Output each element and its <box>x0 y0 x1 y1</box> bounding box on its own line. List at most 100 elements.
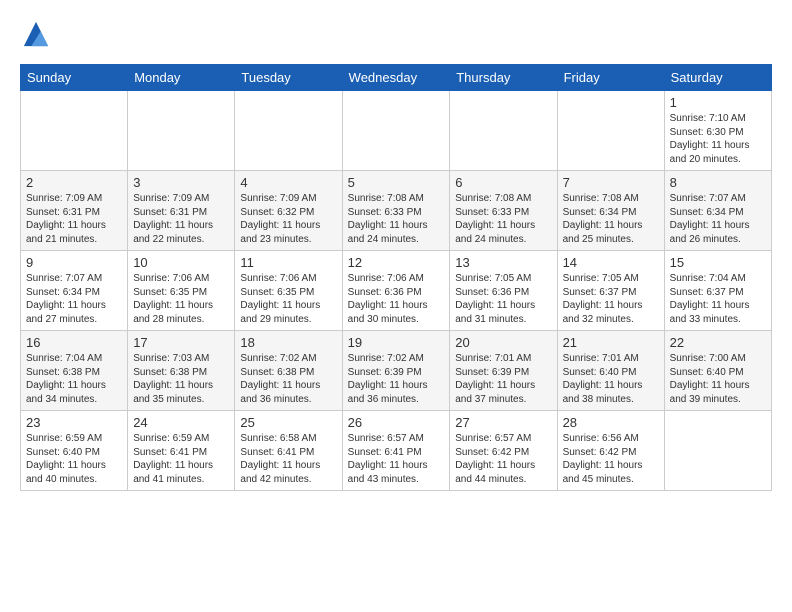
calendar-cell: 9Sunrise: 7:07 AM Sunset: 6:34 PM Daylig… <box>21 251 128 331</box>
calendar-cell: 24 Sunrise: 6:59 AM Sunset: 6:41 PM Dayli… <box>128 411 235 491</box>
header-day-tuesday: Tuesday <box>235 65 342 91</box>
logo-icon <box>22 20 50 48</box>
calendar-cell: 26 Sunrise: 6:57 AM Sunset: 6:41 PM Dayli… <box>342 411 450 491</box>
calendar-cell: 28 Sunrise: 6:56 AM Sunset: 6:42 PM Dayli… <box>557 411 664 491</box>
calendar-cell: 1 Sunrise: 7:10 AM Sunset: 6:30 PM Daylig… <box>664 91 771 171</box>
calendar-cell: 15Sunrise: 7:04 AM Sunset: 6:37 PM Dayli… <box>664 251 771 331</box>
week-row-0: 1 Sunrise: 7:10 AM Sunset: 6:30 PM Daylig… <box>21 91 772 171</box>
calendar-cell: 16 Sunrise: 7:04 AM Sunset: 6:38 PM Dayli… <box>21 331 128 411</box>
day-number: 13 <box>455 255 551 270</box>
day-info: Sunrise: 6:58 AM Sunset: 6:41 PM Dayligh… <box>240 432 336 486</box>
day-number: 4 <box>240 175 336 190</box>
day-number: 25 <box>240 415 336 430</box>
day-info: Sunrise: 6:59 AM Sunset: 6:41 PM Dayligh… <box>133 432 229 486</box>
page: SundayMondayTuesdayWednesdayThursdayFrid… <box>0 0 792 501</box>
logo <box>20 20 50 48</box>
day-number: 12 <box>348 255 445 270</box>
calendar-cell: 2Sunrise: 7:09 AM Sunset: 6:31 PM Daylig… <box>21 171 128 251</box>
day-number: 9 <box>26 255 122 270</box>
day-info: Sunrise: 7:06 AM Sunset: 6:36 PM Dayligh… <box>348 272 445 326</box>
calendar-cell <box>235 91 342 171</box>
day-info: Sunrise: 7:05 AM Sunset: 6:36 PM Dayligh… <box>455 272 551 326</box>
calendar-table: SundayMondayTuesdayWednesdayThursdayFrid… <box>20 64 772 491</box>
header <box>20 20 772 48</box>
calendar-cell <box>128 91 235 171</box>
week-row-2: 9Sunrise: 7:07 AM Sunset: 6:34 PM Daylig… <box>21 251 772 331</box>
day-number: 15 <box>670 255 766 270</box>
day-number: 3 <box>133 175 229 190</box>
calendar-cell: 8Sunrise: 7:07 AM Sunset: 6:34 PM Daylig… <box>664 171 771 251</box>
day-info: Sunrise: 7:04 AM Sunset: 6:38 PM Dayligh… <box>26 352 122 406</box>
day-number: 21 <box>563 335 659 350</box>
header-day-friday: Friday <box>557 65 664 91</box>
calendar-cell: 27 Sunrise: 6:57 AM Sunset: 6:42 PM Dayli… <box>450 411 557 491</box>
day-info: Sunrise: 7:03 AM Sunset: 6:38 PM Dayligh… <box>133 352 229 406</box>
calendar-cell: 25 Sunrise: 6:58 AM Sunset: 6:41 PM Dayli… <box>235 411 342 491</box>
calendar-cell: 22 Sunrise: 7:00 AM Sunset: 6:40 PM Dayli… <box>664 331 771 411</box>
day-info: Sunrise: 7:05 AM Sunset: 6:37 PM Dayligh… <box>563 272 659 326</box>
day-number: 24 <box>133 415 229 430</box>
day-number: 20 <box>455 335 551 350</box>
day-info: Sunrise: 7:06 AM Sunset: 6:35 PM Dayligh… <box>240 272 336 326</box>
day-info: Sunrise: 7:09 AM Sunset: 6:32 PM Dayligh… <box>240 192 336 246</box>
calendar-cell <box>450 91 557 171</box>
calendar-cell: 14 Sunrise: 7:05 AM Sunset: 6:37 PM Dayli… <box>557 251 664 331</box>
day-info: Sunrise: 7:08 AM Sunset: 6:34 PM Dayligh… <box>563 192 659 246</box>
calendar-cell: 21 Sunrise: 7:01 AM Sunset: 6:40 PM Dayli… <box>557 331 664 411</box>
header-row: SundayMondayTuesdayWednesdayThursdayFrid… <box>21 65 772 91</box>
week-row-4: 23 Sunrise: 6:59 AM Sunset: 6:40 PM Dayli… <box>21 411 772 491</box>
calendar-cell: 12 Sunrise: 7:06 AM Sunset: 6:36 PM Dayli… <box>342 251 450 331</box>
calendar-body: 1 Sunrise: 7:10 AM Sunset: 6:30 PM Daylig… <box>21 91 772 491</box>
day-number: 22 <box>670 335 766 350</box>
week-row-3: 16 Sunrise: 7:04 AM Sunset: 6:38 PM Dayli… <box>21 331 772 411</box>
header-day-saturday: Saturday <box>664 65 771 91</box>
day-number: 10 <box>133 255 229 270</box>
day-number: 6 <box>455 175 551 190</box>
calendar-cell: 5Sunrise: 7:08 AM Sunset: 6:33 PM Daylig… <box>342 171 450 251</box>
header-day-sunday: Sunday <box>21 65 128 91</box>
calendar-cell: 3Sunrise: 7:09 AM Sunset: 6:31 PM Daylig… <box>128 171 235 251</box>
day-info: Sunrise: 7:01 AM Sunset: 6:39 PM Dayligh… <box>455 352 551 406</box>
day-number: 23 <box>26 415 122 430</box>
day-info: Sunrise: 7:02 AM Sunset: 6:38 PM Dayligh… <box>240 352 336 406</box>
calendar-cell: 19 Sunrise: 7:02 AM Sunset: 6:39 PM Dayli… <box>342 331 450 411</box>
week-row-1: 2Sunrise: 7:09 AM Sunset: 6:31 PM Daylig… <box>21 171 772 251</box>
day-number: 26 <box>348 415 445 430</box>
day-info: Sunrise: 7:00 AM Sunset: 6:40 PM Dayligh… <box>670 352 766 406</box>
day-info: Sunrise: 7:06 AM Sunset: 6:35 PM Dayligh… <box>133 272 229 326</box>
day-number: 7 <box>563 175 659 190</box>
day-info: Sunrise: 7:08 AM Sunset: 6:33 PM Dayligh… <box>455 192 551 246</box>
header-day-monday: Monday <box>128 65 235 91</box>
day-number: 8 <box>670 175 766 190</box>
day-info: Sunrise: 6:57 AM Sunset: 6:42 PM Dayligh… <box>455 432 551 486</box>
calendar-cell: 17 Sunrise: 7:03 AM Sunset: 6:38 PM Dayli… <box>128 331 235 411</box>
calendar-cell: 6 Sunrise: 7:08 AM Sunset: 6:33 PM Daylig… <box>450 171 557 251</box>
day-info: Sunrise: 7:01 AM Sunset: 6:40 PM Dayligh… <box>563 352 659 406</box>
calendar-cell: 20 Sunrise: 7:01 AM Sunset: 6:39 PM Dayli… <box>450 331 557 411</box>
day-info: Sunrise: 6:57 AM Sunset: 6:41 PM Dayligh… <box>348 432 445 486</box>
calendar-cell: 7 Sunrise: 7:08 AM Sunset: 6:34 PM Daylig… <box>557 171 664 251</box>
day-number: 1 <box>670 95 766 110</box>
calendar-cell <box>21 91 128 171</box>
day-info: Sunrise: 6:59 AM Sunset: 6:40 PM Dayligh… <box>26 432 122 486</box>
day-info: Sunrise: 6:56 AM Sunset: 6:42 PM Dayligh… <box>563 432 659 486</box>
day-number: 27 <box>455 415 551 430</box>
day-info: Sunrise: 7:09 AM Sunset: 6:31 PM Dayligh… <box>26 192 122 246</box>
calendar-cell <box>557 91 664 171</box>
calendar-cell: 23 Sunrise: 6:59 AM Sunset: 6:40 PM Dayli… <box>21 411 128 491</box>
calendar-cell: 18 Sunrise: 7:02 AM Sunset: 6:38 PM Dayli… <box>235 331 342 411</box>
day-number: 5 <box>348 175 445 190</box>
calendar-cell: 4 Sunrise: 7:09 AM Sunset: 6:32 PM Daylig… <box>235 171 342 251</box>
day-number: 14 <box>563 255 659 270</box>
day-number: 28 <box>563 415 659 430</box>
day-number: 11 <box>240 255 336 270</box>
day-number: 16 <box>26 335 122 350</box>
header-day-wednesday: Wednesday <box>342 65 450 91</box>
day-info: Sunrise: 7:02 AM Sunset: 6:39 PM Dayligh… <box>348 352 445 406</box>
day-number: 19 <box>348 335 445 350</box>
header-day-thursday: Thursday <box>450 65 557 91</box>
day-info: Sunrise: 7:10 AM Sunset: 6:30 PM Dayligh… <box>670 112 766 166</box>
calendar-cell: 13 Sunrise: 7:05 AM Sunset: 6:36 PM Dayli… <box>450 251 557 331</box>
day-number: 17 <box>133 335 229 350</box>
day-number: 18 <box>240 335 336 350</box>
